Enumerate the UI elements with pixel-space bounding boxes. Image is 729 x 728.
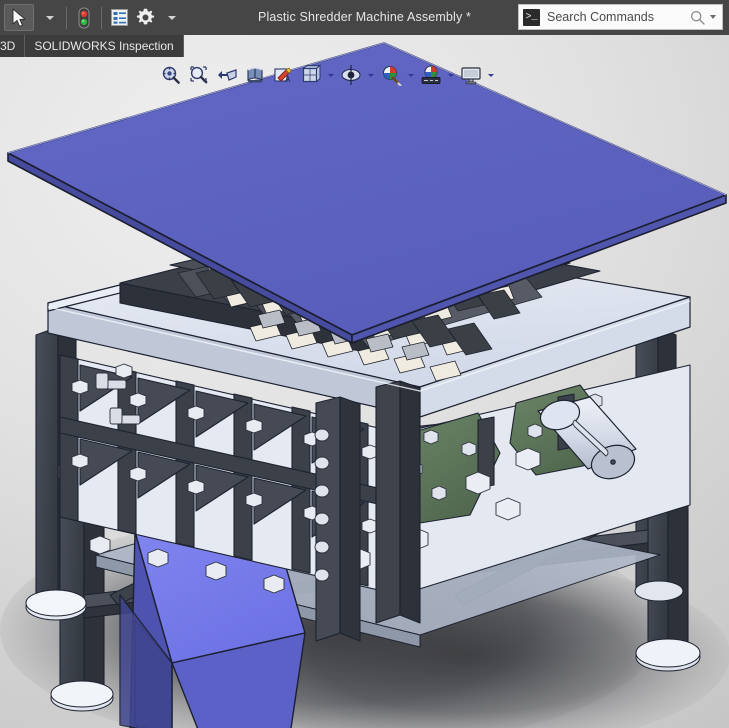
options-list-button[interactable] [106, 3, 132, 33]
tab-solidworks-inspection-label: SOLIDWORKS Inspection [34, 39, 174, 53]
solidworks-window: A 3D SOLIDWORKS Inspection Plastic Shred… [0, 0, 729, 728]
search-input[interactable]: Search Commands [547, 10, 690, 24]
view-orientation-icon[interactable]: A [270, 62, 296, 88]
appearance-caret-icon[interactable] [408, 73, 414, 77]
svg-text:A: A [285, 75, 291, 84]
view-settings-icon[interactable] [458, 62, 484, 88]
apply-scene-icon[interactable] [418, 62, 444, 88]
hide-show-items-icon[interactable] [338, 62, 364, 88]
title-bar: Plastic Shredder Machine Assembly * >_ S… [0, 0, 729, 35]
display-style-caret-icon[interactable] [328, 73, 334, 77]
heads-up-view-toolbar[interactable]: A [158, 60, 496, 90]
section-view-icon[interactable] [242, 62, 268, 88]
cursor-arrow-icon [12, 8, 26, 27]
traffic-light-rebuild-icon [78, 7, 90, 28]
settings-dropdown[interactable] [158, 3, 184, 33]
search-dropdown-caret-icon[interactable] [710, 15, 716, 19]
hide-show-caret-icon[interactable] [368, 73, 374, 77]
rebuild-button[interactable] [71, 3, 97, 33]
toolbar-separator-2 [101, 6, 102, 29]
viewport-caret-icon[interactable] [488, 73, 494, 77]
settings-button[interactable] [132, 3, 158, 33]
chevron-down-icon [46, 15, 54, 20]
tab-3d[interactable]: 3D [0, 35, 26, 57]
select-tool-button[interactable] [2, 3, 36, 33]
chevron-down-icon [168, 15, 176, 20]
search-icon[interactable] [690, 10, 705, 25]
previous-view-icon[interactable] [214, 62, 240, 88]
edit-appearance-icon[interactable] [378, 62, 404, 88]
tab-solidworks-inspection[interactable]: SOLIDWORKS Inspection [25, 35, 184, 57]
gear-icon [136, 8, 154, 25]
scene-caret-icon[interactable] [448, 73, 454, 77]
select-tool-dropdown[interactable] [36, 3, 62, 33]
select-tool-box[interactable] [4, 4, 34, 31]
toolbar-separator-1 [66, 6, 67, 29]
model-canvas[interactable] [0, 35, 729, 728]
document-tab-strip[interactable]: 3D SOLIDWORKS Inspection [0, 35, 184, 57]
command-prompt-icon: >_ [523, 8, 540, 26]
zoom-to-fit-icon[interactable] [158, 62, 184, 88]
zoom-to-area-icon[interactable] [186, 62, 212, 88]
graphics-viewport[interactable]: A [0, 35, 729, 728]
display-style-icon[interactable] [298, 62, 324, 88]
tab-3d-label: 3D [0, 39, 16, 53]
title-bar-left-tools[interactable] [0, 0, 184, 35]
options-list-icon [110, 9, 128, 26]
search-commands-box[interactable]: >_ Search Commands [518, 4, 723, 30]
